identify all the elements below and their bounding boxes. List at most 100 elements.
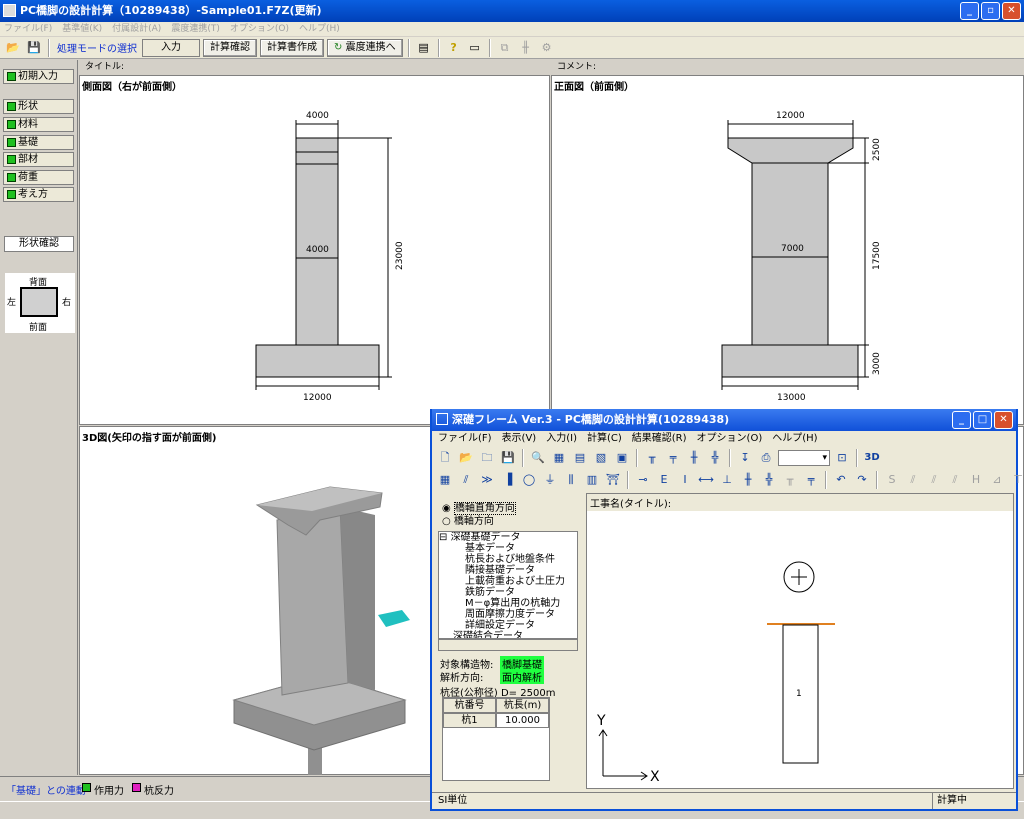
support-icon[interactable]: ⊥ bbox=[718, 471, 736, 489]
child-menu-result[interactable]: 結果確認(R) bbox=[632, 431, 687, 447]
calc-icon[interactable]: ▦ bbox=[436, 471, 454, 489]
seismic-link-button[interactable]: ↻ 震度連携へ bbox=[327, 38, 403, 57]
child-maximize-button[interactable]: □ bbox=[973, 411, 992, 429]
circle-icon[interactable]: ◯ bbox=[520, 471, 538, 489]
tree-item[interactable]: 隣接基礎データ bbox=[439, 565, 577, 576]
fit-icon[interactable]: ⊡ bbox=[833, 449, 851, 467]
column-icon[interactable]: I bbox=[676, 471, 694, 489]
tool-e-icon[interactable]: ⊤ bbox=[1009, 471, 1024, 489]
pile-length-cell[interactable]: 10.000 bbox=[496, 713, 549, 728]
search-icon[interactable]: 🔍 bbox=[529, 449, 547, 467]
shape-confirm-button[interactable]: 形状確認 bbox=[4, 236, 74, 252]
calc-check-button[interactable]: 計算確認 bbox=[203, 38, 257, 57]
tool-d-icon[interactable]: ⊿ bbox=[988, 471, 1006, 489]
bars-icon[interactable]: ⫼ bbox=[562, 471, 580, 489]
side-view-panel[interactable]: 側面図（右が前面側） 4000 4000 23000 12000 bbox=[79, 75, 550, 425]
tool-c-icon[interactable]: ⫽ bbox=[946, 471, 964, 489]
structure-icon[interactable]: ╫ bbox=[517, 39, 535, 57]
spring-icon[interactable]: ≫ bbox=[478, 471, 496, 489]
menu-seismic[interactable]: 震度連携(T) bbox=[171, 22, 220, 36]
menu-help[interactable]: ヘルプ(H) bbox=[299, 22, 340, 36]
print-icon[interactable]: ▤ bbox=[415, 39, 433, 57]
front-view-panel[interactable]: 正面図（前面側） 12000 7000 2500 17500 3000 1300… bbox=[551, 75, 1024, 425]
tool-a-icon[interactable]: ⫽ bbox=[904, 471, 922, 489]
sidebar-item-approach[interactable]: 考え方 bbox=[3, 187, 74, 202]
close-button[interactable]: ✕ bbox=[1002, 2, 1021, 20]
settings-icon[interactable]: ⚙ bbox=[538, 39, 556, 57]
sidebar-item-initial[interactable]: 初期入力 bbox=[3, 69, 74, 84]
child-menu-calc[interactable]: 計算(C) bbox=[587, 431, 622, 447]
sidebar-item-member[interactable]: 部材 bbox=[3, 152, 74, 167]
copy-icon[interactable]: ⧉ bbox=[496, 39, 514, 57]
span-icon[interactable]: ⟷ bbox=[697, 471, 715, 489]
scale-select[interactable]: ▾ bbox=[778, 450, 830, 466]
restore-button[interactable]: ▫ bbox=[981, 2, 1000, 20]
pile-group-icon[interactable]: ╫ bbox=[739, 471, 757, 489]
tree-item[interactable]: 深礎結合データ bbox=[439, 631, 577, 638]
tree-hscroll[interactable] bbox=[438, 639, 578, 651]
pier-icon[interactable]: ⛩ bbox=[604, 471, 622, 489]
tree-item[interactable]: 基本データ bbox=[439, 543, 577, 554]
pier-icon[interactable]: ╬ bbox=[706, 449, 724, 467]
rotate-icon[interactable]: ↶ bbox=[832, 471, 850, 489]
frame-icon[interactable]: ╥ bbox=[643, 449, 661, 467]
child-close-button[interactable]: ✕ bbox=[994, 411, 1013, 429]
tree-item[interactable]: 周面摩擦力度データ bbox=[439, 609, 577, 620]
save-icon[interactable]: 💾 bbox=[499, 449, 517, 467]
tree-item[interactable]: M－φ算出用の杭軸力 bbox=[439, 598, 577, 609]
data-tree[interactable]: ⊟ 深礎基礎データ 基本データ 杭長および地盤条件 隣接基礎データ 上載荷重およ… bbox=[438, 531, 578, 639]
menu-file[interactable]: ファイル(F) bbox=[4, 22, 52, 36]
rotate2-icon[interactable]: ↷ bbox=[853, 471, 871, 489]
minimize-button[interactable]: _ bbox=[960, 2, 979, 20]
child-minimize-button[interactable]: _ bbox=[952, 411, 971, 429]
sidebar-item-load[interactable]: 荷重 bbox=[3, 170, 74, 185]
report-button[interactable]: 計算書作成 bbox=[260, 38, 324, 57]
child-menu-file[interactable]: ファイル(F) bbox=[438, 431, 492, 447]
pile-group4-icon[interactable]: ╤ bbox=[802, 471, 820, 489]
sidebar-item-foundation[interactable]: 基礎 bbox=[3, 135, 74, 150]
tool-h-icon[interactable]: H bbox=[967, 471, 985, 489]
child-menu-input[interactable]: 入力(I) bbox=[546, 431, 577, 447]
ibeam-icon[interactable]: E bbox=[655, 471, 673, 489]
tree-item[interactable]: 鉄筋データ bbox=[439, 587, 577, 598]
wall-icon[interactable]: ▐ bbox=[499, 471, 517, 489]
menu-attached[interactable]: 付属設計(A) bbox=[112, 22, 161, 36]
sidebar-item-material[interactable]: 材料 bbox=[3, 117, 74, 132]
child-menu-option[interactable]: オプション(O) bbox=[697, 431, 763, 447]
tree-item[interactable]: 詳細設定データ bbox=[439, 620, 577, 631]
print-icon[interactable]: ⎙ bbox=[757, 449, 775, 467]
menu-option[interactable]: オプション(O) bbox=[230, 22, 289, 36]
new-file-icon[interactable]: 🗋 bbox=[436, 449, 454, 467]
menu-standard[interactable]: 基準値(K) bbox=[62, 22, 102, 36]
frame-drawing-pane[interactable]: 工事名(タイトル): 1 Y X bbox=[586, 493, 1014, 789]
help-icon[interactable]: ? bbox=[445, 39, 463, 57]
sidebar-item-shape[interactable]: 形状 bbox=[3, 99, 74, 114]
frame2-icon[interactable]: ╤ bbox=[664, 449, 682, 467]
open-icon[interactable]: 📂 bbox=[457, 449, 475, 467]
tree-item[interactable]: 杭長および地盤条件 bbox=[439, 554, 577, 565]
folder-icon[interactable]: 🗀 bbox=[478, 449, 496, 467]
pile-group3-icon[interactable]: ╥ bbox=[781, 471, 799, 489]
mode-value[interactable]: 入力 bbox=[142, 38, 200, 57]
export-icon[interactable]: ▤ bbox=[571, 449, 589, 467]
radio-longitudinal[interactable]: ○ 橋軸方向 bbox=[442, 512, 494, 527]
tool-b-icon[interactable]: ⫽ bbox=[925, 471, 943, 489]
open-folder-icon[interactable]: 📂 bbox=[4, 39, 22, 57]
pile-group2-icon[interactable]: ╬ bbox=[760, 471, 778, 489]
rebar-icon[interactable]: ⫽ bbox=[457, 471, 475, 489]
child-window[interactable]: 深礎フレーム Ver.3 - PC橋脚の設計計算(10289438) _ □ ✕… bbox=[430, 409, 1023, 811]
child-menu-view[interactable]: 表示(V) bbox=[502, 431, 537, 447]
tree-item[interactable]: 上載荷重および土圧力 bbox=[439, 576, 577, 587]
ground-icon[interactable]: ⏚ bbox=[541, 471, 559, 489]
keyboard-icon[interactable]: ▭ bbox=[466, 39, 484, 57]
image-icon[interactable]: ▧ bbox=[592, 449, 610, 467]
grid-icon[interactable]: ▦ bbox=[550, 449, 568, 467]
save-icon[interactable]: 💾 bbox=[25, 39, 43, 57]
tree-root[interactable]: ⊟ 深礎基礎データ bbox=[439, 532, 577, 543]
view-3d-button[interactable]: 3D bbox=[863, 449, 881, 467]
table-row[interactable]: 杭1 10.000 bbox=[443, 713, 549, 728]
tool-s-icon[interactable]: S bbox=[883, 471, 901, 489]
sheet-icon[interactable]: ▥ bbox=[583, 471, 601, 489]
beam-icon[interactable]: ⊸ bbox=[634, 471, 652, 489]
piles-icon[interactable]: ╫ bbox=[685, 449, 703, 467]
